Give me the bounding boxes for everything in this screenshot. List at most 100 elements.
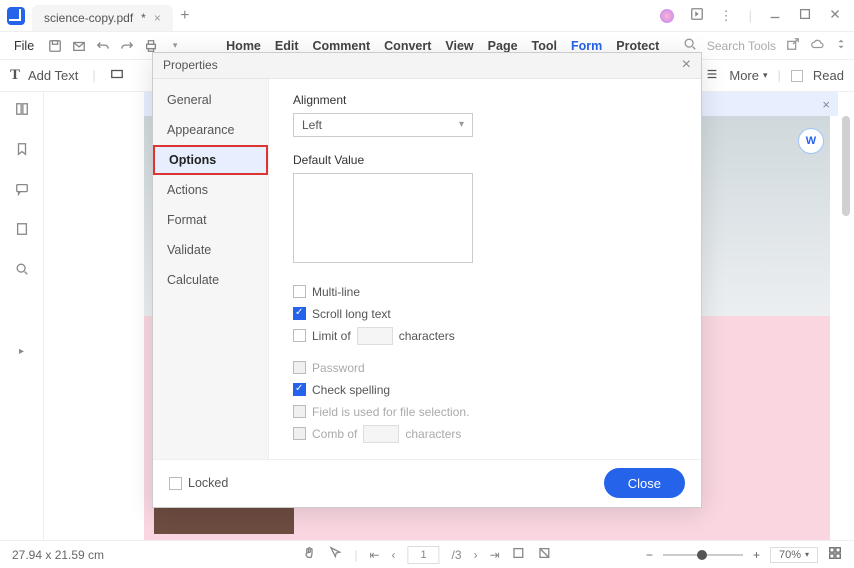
first-page-icon[interactable]: ⇤ (369, 548, 379, 562)
menu-tool[interactable]: Tool (532, 39, 557, 53)
limit-checkbox[interactable] (293, 329, 306, 342)
thumbnails-icon[interactable] (13, 100, 31, 118)
multiline-checkbox[interactable] (293, 285, 306, 298)
more-button[interactable]: More ▾ (729, 68, 767, 83)
fullscreen-icon[interactable] (828, 546, 842, 563)
scroll-label: Scroll long text (312, 307, 391, 321)
search-panel-icon[interactable] (13, 260, 31, 278)
page-number-input[interactable]: 1 (408, 546, 440, 564)
tab-appearance[interactable]: Appearance (153, 115, 268, 145)
main-menu: Home Edit Comment Convert View Page Tool… (226, 39, 659, 53)
chevron-down-icon: ▾ (459, 119, 464, 130)
close-icon[interactable]: × (682, 56, 691, 74)
zoom-slider[interactable] (663, 554, 743, 556)
menu-protect[interactable]: Protect (616, 39, 659, 53)
menu-convert[interactable]: Convert (384, 39, 431, 53)
spelling-checkbox[interactable] (293, 383, 306, 396)
minimize-button[interactable] (768, 7, 782, 24)
tab-title: science-copy.pdf (44, 11, 133, 25)
multiline-row[interactable]: Multi-line (293, 281, 677, 303)
menu-page[interactable]: Page (488, 39, 518, 53)
scroll-checkbox[interactable] (293, 307, 306, 320)
fit-width-icon[interactable] (538, 546, 552, 563)
menu-file[interactable]: File (6, 39, 42, 53)
ai-icon[interactable] (660, 9, 674, 23)
tab-calculate[interactable]: Calculate (153, 265, 268, 295)
fit-page-icon[interactable] (512, 546, 526, 563)
comb-checkbox (293, 427, 306, 440)
comment-icon[interactable] (13, 180, 31, 198)
word-export-badge[interactable]: W (798, 128, 824, 154)
comb-pre-label: Comb of (312, 427, 357, 441)
dialog-content: Alignment Left ▾ Default Value Multi-lin… (269, 79, 701, 459)
attachment-icon[interactable] (13, 220, 31, 238)
menu-edit[interactable]: Edit (275, 39, 299, 53)
default-value-label: Default Value (293, 153, 677, 167)
hand-tool-icon[interactable] (302, 546, 316, 563)
document-tab[interactable]: science-copy.pdf * × (32, 5, 173, 31)
tab-options[interactable]: Options (153, 145, 268, 175)
scrollbar[interactable] (842, 116, 850, 216)
text-icon: T (10, 67, 20, 84)
print-icon[interactable] (140, 39, 162, 53)
list-icon[interactable] (705, 67, 719, 84)
zoom-out-icon[interactable]: − (646, 548, 653, 562)
search-tools-input[interactable]: Search Tools (707, 39, 776, 53)
spelling-row[interactable]: Check spelling (293, 379, 677, 401)
next-page-icon[interactable]: › (474, 548, 478, 562)
kebab-icon[interactable]: ⋮ (720, 8, 733, 24)
locked-checkbox[interactable] (169, 477, 182, 490)
fileselect-row: Field is used for file selection. (293, 401, 677, 423)
bookmark-icon[interactable] (13, 140, 31, 158)
page-dimensions: 27.94 x 21.59 cm (12, 548, 104, 562)
tab-validate[interactable]: Validate (153, 235, 268, 265)
share-icon[interactable] (690, 7, 704, 24)
dialog-footer: Locked Close (153, 459, 701, 507)
alignment-select[interactable]: Left ▾ (293, 113, 473, 137)
last-page-icon[interactable]: ⇥ (490, 548, 500, 562)
save-icon[interactable] (44, 39, 66, 53)
close-window-button[interactable] (828, 7, 842, 24)
new-tab-button[interactable]: + (173, 7, 197, 25)
maximize-button[interactable] (798, 7, 812, 24)
app-icon (0, 0, 32, 32)
close-icon[interactable]: × (822, 97, 830, 112)
expand-icon[interactable] (834, 37, 848, 54)
limit-row[interactable]: Limit of characters (293, 325, 677, 347)
mail-icon[interactable] (68, 39, 90, 53)
share-out-icon[interactable] (786, 37, 800, 54)
zoom-in-icon[interactable]: + (753, 548, 760, 562)
field-tool-icon[interactable] (110, 67, 124, 84)
comb-row: Comb of characters (293, 423, 677, 445)
read-checkbox[interactable] (791, 70, 803, 82)
menu-comment[interactable]: Comment (313, 39, 371, 53)
multiline-label: Multi-line (312, 285, 360, 299)
default-value-input[interactable] (293, 173, 473, 263)
limit-input[interactable] (357, 327, 393, 345)
tab-modified-indicator: * (141, 11, 146, 25)
fileselect-checkbox (293, 405, 306, 418)
close-button[interactable]: Close (604, 468, 685, 498)
tab-format[interactable]: Format (153, 205, 268, 235)
chevron-down-icon: ▾ (805, 550, 809, 559)
status-bar: 27.94 x 21.59 cm | ⇤ ‹ 1 /3 › ⇥ − + 70% … (0, 540, 854, 568)
redo-icon[interactable] (116, 39, 138, 53)
close-icon[interactable]: × (154, 11, 161, 25)
tab-actions[interactable]: Actions (153, 175, 268, 205)
menu-view[interactable]: View (445, 39, 473, 53)
menu-home[interactable]: Home (226, 39, 261, 53)
scroll-row[interactable]: Scroll long text (293, 303, 677, 325)
cloud-icon[interactable] (810, 37, 824, 54)
dialog-titlebar: Properties × (153, 53, 701, 79)
zoom-select[interactable]: 70% ▾ (770, 547, 818, 563)
add-text-button[interactable]: Add Text (28, 68, 78, 83)
limit-post-label: characters (399, 329, 455, 343)
menu-form[interactable]: Form (571, 39, 602, 53)
select-tool-icon[interactable] (328, 546, 342, 563)
prev-page-icon[interactable]: ‹ (392, 548, 396, 562)
dialog-sidebar: General Appearance Options Actions Forma… (153, 79, 269, 459)
rail-expand-icon[interactable]: ▸ (13, 342, 31, 360)
tab-general[interactable]: General (153, 85, 268, 115)
chevron-down-icon[interactable]: ▾ (164, 40, 186, 51)
undo-icon[interactable] (92, 39, 114, 53)
